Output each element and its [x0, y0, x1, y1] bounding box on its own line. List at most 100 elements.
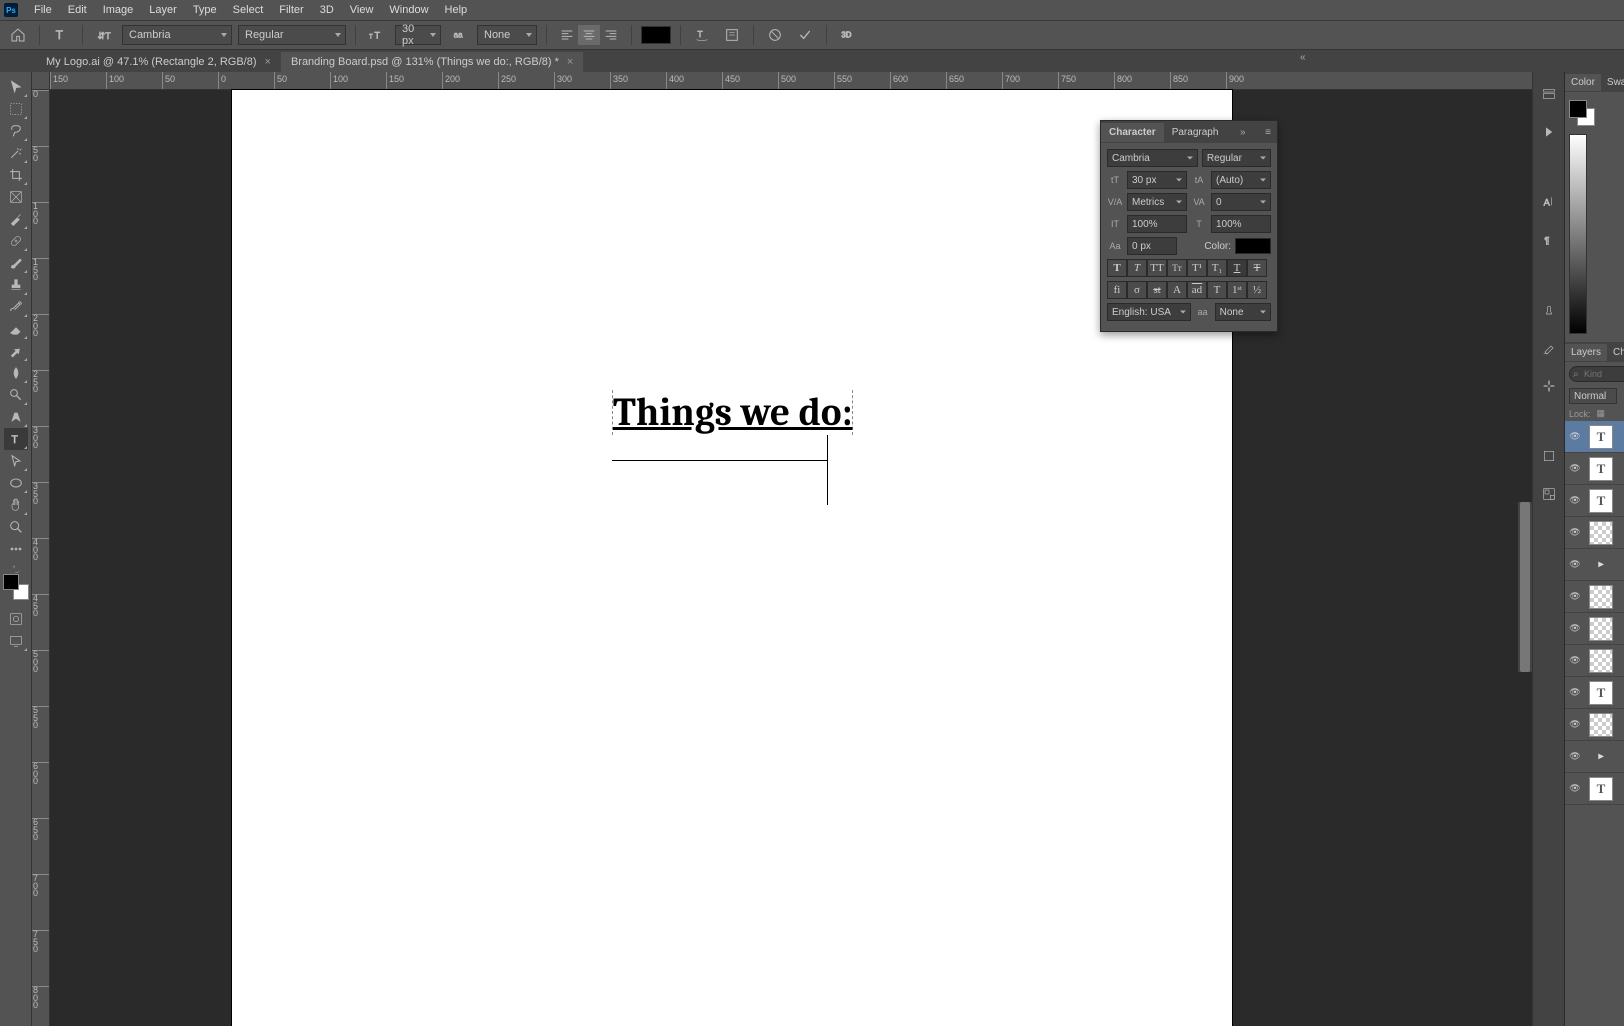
char-tracking[interactable]: 0: [1211, 193, 1271, 211]
layer-row[interactable]: 👁: [1565, 517, 1624, 549]
titling-alt-icon[interactable]: T: [1207, 281, 1227, 299]
history-panel-icon[interactable]: [1539, 84, 1559, 104]
brightness-slider[interactable]: [1569, 134, 1587, 334]
visibility-icon[interactable]: 👁: [1565, 623, 1585, 634]
hand-tool-icon[interactable]: [4, 494, 28, 516]
char-font-size[interactable]: 30 px: [1127, 171, 1187, 189]
collapse-icon[interactable]: »: [1234, 127, 1252, 138]
visibility-icon[interactable]: 👁: [1565, 527, 1585, 538]
commit-icon[interactable]: [793, 25, 817, 45]
brush-tool-icon[interactable]: [4, 252, 28, 274]
faux-bold-icon[interactable]: T: [1107, 259, 1127, 277]
doc-tab-1[interactable]: My Logo.ai @ 47.1% (Rectangle 2, RGB/8) …: [36, 52, 281, 72]
edit-toolbar-icon[interactable]: [4, 538, 28, 560]
superscript-icon[interactable]: T¹: [1187, 259, 1207, 277]
eraser-tool-icon[interactable]: [4, 318, 28, 340]
lock-pixels-icon[interactable]: ▦: [1597, 408, 1606, 419]
underline-icon[interactable]: T: [1227, 259, 1247, 277]
layer-thumbnail[interactable]: T: [1589, 425, 1613, 449]
tab-paragraph[interactable]: Paragraph: [1164, 123, 1227, 142]
antialias-dropdown[interactable]: None: [477, 25, 537, 45]
fractions-icon[interactable]: ½: [1247, 281, 1267, 299]
align-center-icon[interactable]: [578, 25, 600, 45]
ruler-origin[interactable]: [32, 72, 50, 90]
char-font-style[interactable]: Regular: [1202, 149, 1271, 167]
char-font-family[interactable]: Cambria: [1107, 149, 1198, 167]
font-family-dropdown[interactable]: Cambria: [122, 25, 232, 45]
font-size-input[interactable]: 30 px: [395, 25, 441, 45]
menu-select[interactable]: Select: [225, 2, 272, 18]
pen-tool-icon[interactable]: [4, 406, 28, 428]
discretionary-lig-icon[interactable]: st: [1147, 281, 1167, 299]
3d-icon[interactable]: 3D: [836, 25, 860, 45]
visibility-icon[interactable]: 👁: [1565, 463, 1585, 474]
language-dropdown[interactable]: English: USA: [1107, 303, 1191, 321]
lasso-tool-icon[interactable]: [4, 120, 28, 142]
clone-source-panel-icon[interactable]: [1539, 376, 1559, 396]
layer-thumbnail[interactable]: T: [1589, 489, 1613, 513]
allcaps-icon[interactable]: TT: [1147, 259, 1167, 277]
menu-edit[interactable]: Edit: [60, 2, 95, 18]
close-icon[interactable]: ×: [265, 56, 271, 68]
eyedropper-tool-icon[interactable]: [4, 208, 28, 230]
screenmode-icon[interactable]: [4, 630, 28, 652]
layer-row[interactable]: 👁: [1565, 581, 1624, 613]
text-orientation-icon[interactable]: ⇵T: [92, 25, 116, 45]
visibility-icon[interactable]: 👁: [1565, 751, 1585, 762]
vertical-ruler[interactable]: 0501001502002503003504004505005506006507…: [32, 90, 50, 1026]
horizontal-ruler[interactable]: 1501005005010015020025030035040045050055…: [50, 72, 1532, 90]
menu-file[interactable]: File: [26, 2, 60, 18]
brush-settings-panel-icon[interactable]: [1539, 338, 1559, 358]
layer-thumbnail[interactable]: [1589, 585, 1613, 609]
tab-channels[interactable]: Ch: [1607, 344, 1624, 361]
layer-thumbnail[interactable]: [1589, 713, 1613, 737]
brushes-panel-icon[interactable]: [1539, 300, 1559, 320]
zoom-tool-icon[interactable]: [4, 516, 28, 538]
layer-row[interactable]: 👁T: [1565, 421, 1624, 453]
layer-row[interactable]: 👁T: [1565, 773, 1624, 805]
type-tool-icon[interactable]: T: [49, 25, 73, 45]
doc-tab-2[interactable]: Branding Board.psd @ 131% (Things we do:…: [281, 52, 583, 72]
strikethrough-icon[interactable]: T: [1247, 259, 1267, 277]
char-color-swatch[interactable]: [1235, 238, 1271, 254]
cancel-icon[interactable]: [763, 25, 787, 45]
layer-row[interactable]: 👁: [1565, 645, 1624, 677]
character-panel-icon[interactable]: A: [1539, 192, 1559, 212]
gradient-tool-icon[interactable]: [4, 340, 28, 362]
char-vscale[interactable]: 100%: [1127, 215, 1187, 233]
menu-help[interactable]: Help: [437, 2, 476, 18]
visibility-icon[interactable]: 👁: [1565, 495, 1585, 506]
char-leading[interactable]: (Auto): [1211, 171, 1271, 189]
swap-colors-icon[interactable]: [4, 564, 28, 574]
dodge-tool-icon[interactable]: [4, 384, 28, 406]
menu-filter[interactable]: Filter: [271, 2, 311, 18]
scrollbar-thumb[interactable]: [1520, 502, 1530, 672]
visibility-icon[interactable]: 👁: [1565, 687, 1585, 698]
history-brush-tool-icon[interactable]: [4, 296, 28, 318]
font-style-dropdown[interactable]: Regular: [238, 25, 346, 45]
fg-color-swatch[interactable]: [1569, 100, 1587, 118]
home-icon[interactable]: [6, 25, 30, 45]
ligatures-icon[interactable]: fi: [1107, 281, 1127, 299]
layer-thumbnail[interactable]: [1589, 649, 1613, 673]
faux-italic-icon[interactable]: T: [1127, 259, 1147, 277]
layer-thumbnail[interactable]: [1589, 617, 1613, 641]
paragraph-panel-icon[interactable]: ¶: [1539, 230, 1559, 250]
warp-text-icon[interactable]: T: [690, 25, 714, 45]
swash-icon[interactable]: A: [1167, 281, 1187, 299]
text-color-swatch[interactable]: [641, 26, 671, 44]
marquee-tool-icon[interactable]: [4, 98, 28, 120]
char-kerning[interactable]: Metrics: [1127, 193, 1187, 211]
menu-layer[interactable]: Layer: [141, 2, 185, 18]
layer-row[interactable]: 👁: [1565, 709, 1624, 741]
shape-tool-icon[interactable]: [4, 472, 28, 494]
character-panel-header[interactable]: Character Paragraph » ≡: [1101, 121, 1277, 143]
tab-character[interactable]: Character: [1101, 123, 1164, 142]
crop-tool-icon[interactable]: [4, 164, 28, 186]
menu-type[interactable]: Type: [185, 2, 225, 18]
layer-thumbnail[interactable]: T: [1589, 681, 1613, 705]
vertical-scrollbar[interactable]: [1518, 502, 1532, 672]
visibility-icon[interactable]: 👁: [1565, 559, 1585, 570]
char-baseline[interactable]: 0 px: [1127, 237, 1177, 255]
color-panel-swatches[interactable]: [1569, 100, 1595, 126]
